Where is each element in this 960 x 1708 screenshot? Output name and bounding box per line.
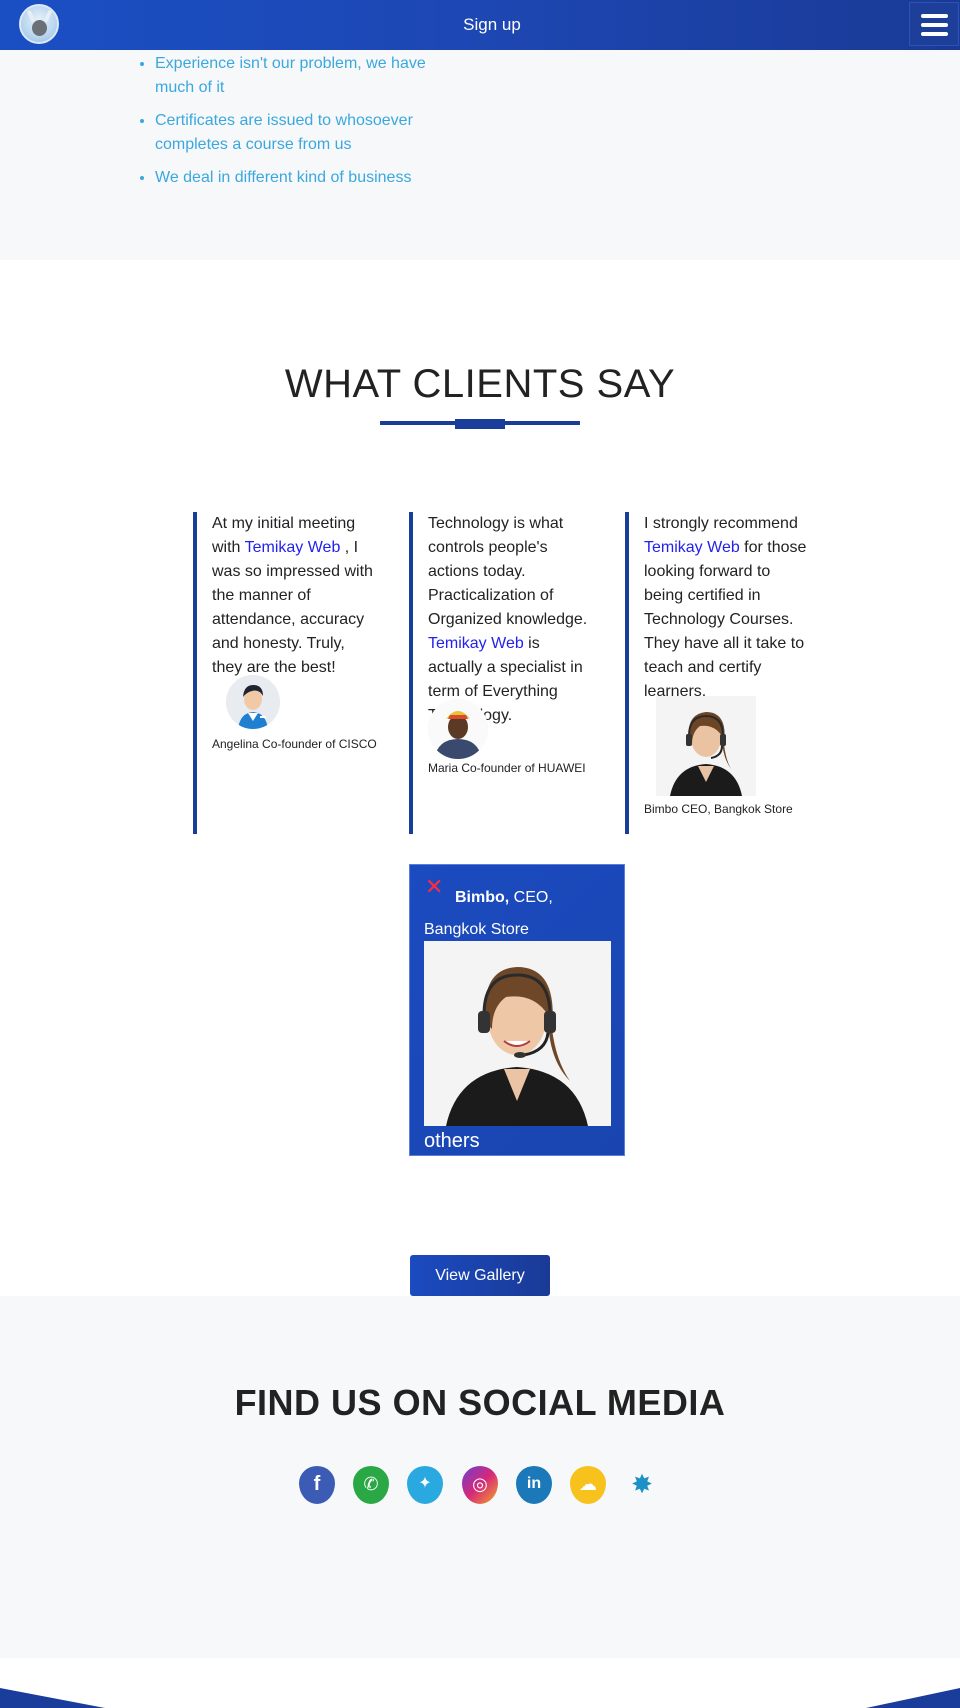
list-item: Experience isn't our problem, we have mu… [155,52,465,100]
avatar [656,696,756,796]
hamburger-icon[interactable] [909,2,959,46]
testimonial-author: Maria Co-founder of HUAWEI [428,761,586,775]
top-navbar: Sign up [0,0,960,50]
signup-link[interactable]: Sign up [0,15,960,35]
social-icons: f ✆ ✦ ◎ in ☁ ✸ [299,1466,669,1506]
social-section: FIND US ON SOCIAL MEDIA f ✆ ✦ ◎ in ☁ ✸ [0,1296,960,1658]
testimonial-card: Technology is what controls people's act… [409,512,593,834]
testimonial-popup: ✕ Bimbo, CEO, Bangkok Store others [409,864,625,1156]
features-section: Experience isn't our problem, we have mu… [0,50,960,260]
clients-section-title: WHAT CLIENTS SAY [284,362,676,406]
instagram-icon[interactable]: ◎ [462,1466,498,1504]
testimonial-quote: Technology is what controls people's act… [428,515,588,724]
snapchat-icon[interactable]: ☁ [570,1466,606,1504]
twitter-icon[interactable]: ✦ [407,1466,443,1504]
social-section-title: FIND US ON SOCIAL MEDIA [234,1382,726,1423]
list-item: We deal in different kind of business [155,166,465,190]
brand-link[interactable]: Temikay Web [245,539,341,556]
telegram-icon[interactable]: ✸ [624,1466,660,1504]
testimonial-quote: I strongly recommend Temikay Web for tho… [644,515,807,700]
avatar [226,675,280,729]
testimonial-quote: At my initial meeting with Temikay Web ,… [212,515,373,676]
brand-link[interactable]: Temikay Web [428,635,524,652]
linkedin-icon[interactable]: in [516,1466,552,1504]
facebook-icon[interactable]: f [299,1466,335,1504]
footer-corner-right [866,1688,960,1708]
testimonial-card: I strongly recommend Temikay Web for tho… [625,512,809,834]
features-list: Experience isn't our problem, we have mu… [137,52,465,199]
popup-heading: Bimbo, CEO, [455,889,553,906]
footer-corner-left [0,1688,105,1708]
list-item: Certificates are issued to whosoever com… [155,109,465,157]
brand-link[interactable]: Temikay Web [644,539,740,556]
others-link[interactable]: others [424,1130,480,1153]
close-icon[interactable]: ✕ [425,876,443,898]
testimonial-author: Bimbo CEO, Bangkok Store [644,802,793,816]
popup-company: Bangkok Store [424,921,529,938]
whatsapp-icon[interactable]: ✆ [353,1466,389,1504]
avatar [428,699,488,759]
view-gallery-button[interactable]: View Gallery [410,1255,550,1296]
testimonial-author: Angelina Co-founder of CISCO [212,737,377,751]
popup-photo [424,941,611,1126]
title-underline-accent [455,419,505,429]
testimonial-card: At my initial meeting with Temikay Web ,… [193,512,377,834]
footer-top [0,1658,960,1708]
